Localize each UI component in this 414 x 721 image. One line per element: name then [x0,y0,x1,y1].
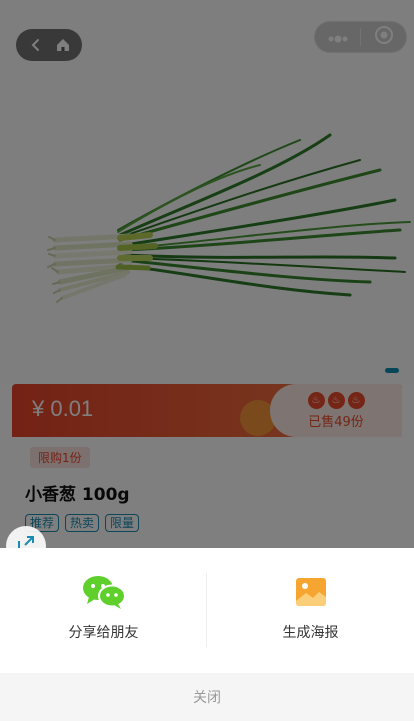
close-button[interactable]: 关闭 [0,673,414,721]
generate-poster-option[interactable]: 生成海报 [207,548,414,673]
generate-poster-label: 生成海报 [282,625,339,641]
options-divider [206,573,207,647]
share-options: 分享给朋友 生成海报 [0,548,414,673]
share-sheet: 分享给朋友 生成海报 关闭 [0,548,414,721]
share-to-friend-label: 分享给朋友 [68,625,139,641]
share-to-friend-option[interactable]: 分享给朋友 [0,548,207,673]
poster-image-icon [295,574,327,610]
wechat-icon [82,574,126,610]
